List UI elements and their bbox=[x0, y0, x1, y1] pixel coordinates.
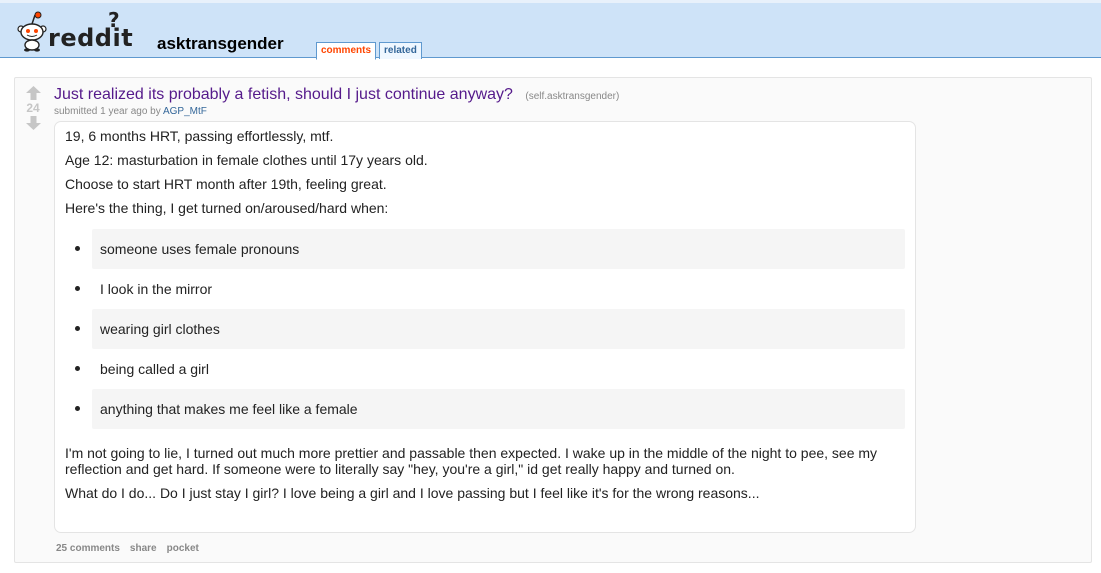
bullet-item: anything that makes me feel like a femal… bbox=[65, 389, 905, 429]
post-tagline: submitted 1 year ago by AGP_MtF bbox=[54, 106, 207, 117]
selftext-bullet-list: someone uses female pronouns I look in t… bbox=[65, 229, 905, 429]
bullet-text: being called a girl bbox=[100, 361, 209, 377]
post-title[interactable]: Just realized its probably a fetish, sho… bbox=[54, 86, 513, 103]
reddit-logo[interactable]: reddit ? bbox=[16, 8, 136, 54]
bullet-text: anything that makes me feel like a femal… bbox=[100, 401, 358, 417]
selftext-paragraph: I'm not going to lie, I turned out much … bbox=[65, 445, 878, 477]
logo-question-badge: ? bbox=[108, 8, 120, 32]
tagline-prefix: submitted 1 year ago by bbox=[54, 106, 161, 117]
post-score: 24 bbox=[26, 101, 40, 115]
post-author[interactable]: AGP_MtF bbox=[163, 106, 207, 117]
reddit-alien-icon bbox=[17, 11, 47, 52]
tab-related[interactable]: related bbox=[379, 42, 422, 59]
logo-wordmark: reddit bbox=[48, 24, 134, 52]
header-topline bbox=[0, 0, 1101, 3]
post-buttons: 25 comments share pocket bbox=[56, 543, 199, 554]
selftext-paragraph: Here's the thing, I get turned on/arouse… bbox=[65, 200, 389, 216]
downvote-arrow-icon[interactable] bbox=[25, 116, 41, 130]
bullet-dot-icon bbox=[75, 286, 80, 291]
post-container: 24 Just realized its probably a fetish, … bbox=[14, 77, 1092, 563]
bullet-item: someone uses female pronouns bbox=[65, 229, 905, 269]
bullet-item: wearing girl clothes bbox=[65, 309, 905, 349]
tab-comments[interactable]: comments bbox=[316, 42, 377, 60]
bullet-text: I look in the mirror bbox=[100, 281, 213, 297]
post-title-line: Just realized its probably a fetish, sho… bbox=[54, 86, 619, 104]
bullet-dot-icon bbox=[75, 406, 80, 411]
bullet-dot-icon bbox=[75, 246, 80, 251]
site-header: reddit ? asktransgender comments related bbox=[0, 0, 1101, 60]
comments-link[interactable]: 25 comments bbox=[56, 543, 120, 554]
selftext-paragraph: Choose to start HRT month after 19th, fe… bbox=[65, 176, 387, 192]
bullet-item: I look in the mirror bbox=[65, 269, 905, 309]
post-selftext: 19, 6 months HRT, passing effortlessly, … bbox=[54, 121, 916, 533]
tab-bar: comments related bbox=[316, 42, 422, 60]
bullet-text: someone uses female pronouns bbox=[100, 241, 300, 257]
vote-column: 24 bbox=[23, 86, 43, 130]
bullet-dot-icon bbox=[75, 366, 80, 371]
post-domain[interactable]: (self.asktransgender) bbox=[525, 91, 619, 102]
selftext-paragraph: What do I do... Do I just stay I girl? I… bbox=[65, 485, 760, 501]
bullet-text: wearing girl clothes bbox=[100, 321, 220, 337]
share-button[interactable]: share bbox=[130, 543, 157, 554]
selftext-paragraph: 19, 6 months HRT, passing effortlessly, … bbox=[65, 128, 334, 144]
pocket-button[interactable]: pocket bbox=[167, 543, 199, 554]
upvote-arrow-icon[interactable] bbox=[25, 86, 41, 100]
selftext-paragraph: Age 12: masturbation in female clothes u… bbox=[65, 152, 428, 168]
bullet-item: being called a girl bbox=[65, 349, 905, 389]
bullet-dot-icon bbox=[75, 326, 80, 331]
subreddit-name[interactable]: asktransgender bbox=[157, 34, 284, 54]
